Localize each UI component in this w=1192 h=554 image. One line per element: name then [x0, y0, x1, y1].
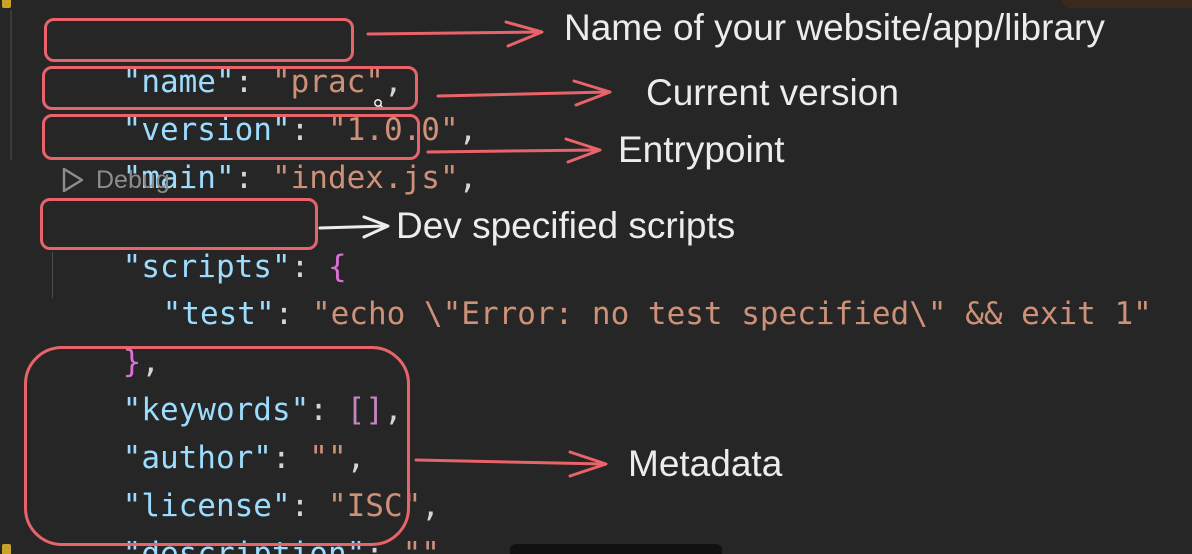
code-line-close-brace[interactable]: },: [48, 302, 160, 380]
annotation-label-main: Entrypoint: [618, 129, 785, 170]
annotation-arrow-icon: [426, 137, 602, 164]
gutter-line: [10, 10, 12, 160]
debug-codelens[interactable]: Debug: [60, 164, 170, 196]
annotation-arrow-icon: [366, 20, 544, 48]
gutter-marker: [2, 544, 11, 554]
json-separator: :: [234, 160, 272, 196]
code-line-test[interactable]: "test": "echo \"Error: no test specified…: [88, 254, 1152, 332]
json-separator: :: [274, 296, 312, 332]
annotation-label-metadata: Metadata: [628, 443, 783, 484]
play-icon: [62, 167, 84, 193]
bottom-panel-tab[interactable]: [510, 544, 722, 554]
annotation-box-scripts: [40, 198, 318, 250]
annotation-label-version: Current version: [646, 72, 899, 113]
annotation-box-version: [42, 66, 418, 110]
annotation-arrow-icon: [318, 215, 390, 239]
code-editor[interactable]: "name": "prac", "version": "1.0.0", "mai…: [0, 0, 1192, 554]
annotation-box-metadata: [24, 346, 410, 546]
annotation-label-name: Name of your website/app/library: [564, 7, 1105, 48]
gutter-marker: [2, 0, 11, 8]
json-value: "": [402, 536, 440, 554]
annotation-box-name: [44, 18, 354, 62]
annotation-label-scripts: Dev specified scripts: [396, 205, 736, 246]
annotation-box-main: [42, 114, 420, 160]
json-value: "echo \"Error: no test specified\" && ex…: [311, 296, 1152, 332]
annotation-arrow-icon: [436, 79, 612, 107]
debug-label: Debug: [96, 165, 170, 194]
json-key: "test": [162, 296, 275, 332]
annotation-arrow-icon: [414, 450, 608, 478]
